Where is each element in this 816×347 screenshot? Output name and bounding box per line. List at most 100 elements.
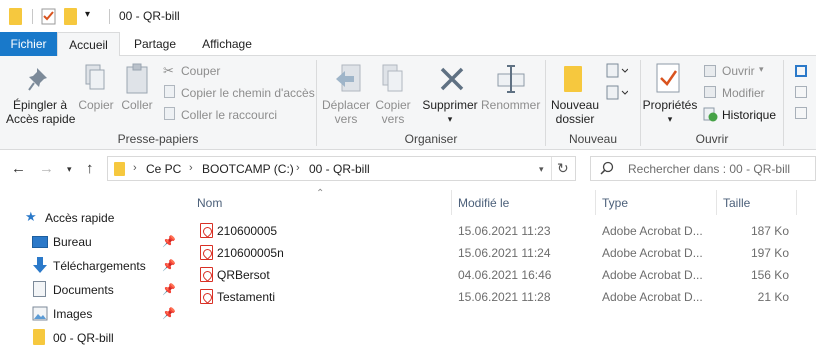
address-bar[interactable]: › Ce PC › BOOTCAMP (C:) › 00 - QR-bill ▾…: [107, 156, 576, 181]
tab-partage[interactable]: Partage: [126, 32, 184, 56]
invert-selection-icon[interactable]: [795, 107, 807, 119]
delete-dropdown-icon[interactable]: ▾: [445, 112, 455, 126]
nav-item-images[interactable]: Images 📌: [0, 302, 190, 326]
select-none-icon[interactable]: [795, 86, 807, 98]
pin-icon[interactable]: 📌: [162, 235, 176, 248]
pdf-icon: [200, 223, 213, 238]
address-dropdown-icon[interactable]: ▾: [539, 164, 544, 175]
nav-item-bureau[interactable]: Bureau 📌: [0, 230, 190, 254]
pin-label-2: Accès rapide: [6, 112, 76, 126]
properties-icon: [655, 62, 681, 97]
column-separator[interactable]: [796, 190, 797, 215]
delete-x-icon: [439, 66, 465, 95]
paste-icon: [124, 63, 150, 98]
organize-group-label: Organiser: [404, 132, 458, 146]
pin-icon[interactable]: 📌: [162, 259, 176, 272]
new-group-label: Nouveau: [568, 132, 618, 146]
refresh-icon[interactable]: ↻: [557, 160, 569, 177]
search-input[interactable]: Rechercher dans : 00 - QR-bill: [590, 156, 816, 181]
file-row[interactable]: Testamenti 15.06.2021 11:28 Adobe Acroba…: [193, 286, 796, 308]
copy-icon: [83, 64, 107, 97]
open-button[interactable]: Ouvrir: [722, 64, 755, 78]
rename-button[interactable]: Renommer: [481, 98, 540, 112]
breadcrumb-drive[interactable]: BOOTCAMP (C:): [202, 162, 294, 176]
copyto-label-2: vers: [381, 112, 405, 126]
back-arrow-icon[interactable]: ←: [11, 160, 26, 177]
breadcrumb-chevron[interactable]: ›: [189, 162, 193, 174]
open-dropdown-icon[interactable]: ▾: [759, 64, 764, 75]
file-size: 197 Ko: [750, 246, 789, 260]
move-to-button[interactable]: Déplacer vers: [320, 98, 372, 126]
properties-button[interactable]: Propriétés: [641, 98, 699, 112]
nav-item-downloads[interactable]: Téléchargements 📌: [0, 254, 190, 278]
new-folder-button[interactable]: Nouveau dossier: [549, 98, 601, 126]
breadcrumb-chevron[interactable]: ›: [296, 162, 300, 174]
file-modified: 15.06.2021 11:24: [458, 246, 551, 260]
nav-item-qr-bill[interactable]: 00 - QR-bill: [0, 326, 190, 347]
customize-toolbar-icon[interactable]: ▾: [85, 9, 90, 26]
easy-access-icon[interactable]: [606, 85, 629, 104]
cut-button[interactable]: Couper: [181, 64, 220, 78]
clipboard-group-label: Presse-papiers: [117, 132, 199, 146]
file-row[interactable]: 210600005 15.06.2021 11:23 Adobe Acrobat…: [193, 220, 796, 242]
pdf-icon: [200, 245, 213, 260]
column-header-modified[interactable]: Modifié le: [458, 196, 509, 210]
forward-arrow-icon[interactable]: →: [39, 160, 54, 177]
copy-to-button[interactable]: Copier vers: [372, 98, 414, 126]
title-bar: ▾ 00 - QR-bill: [0, 0, 816, 32]
folder-icon: [114, 162, 125, 176]
nav-quick-access[interactable]: ★ Accès rapide: [0, 206, 190, 230]
nav-item-label: Téléchargements: [53, 259, 146, 273]
column-header-size[interactable]: Taille: [723, 196, 750, 210]
up-arrow-icon[interactable]: ↑: [86, 160, 94, 177]
edit-button[interactable]: Modifier: [722, 86, 765, 100]
copy-to-icon: [381, 63, 405, 98]
pin-icon[interactable]: 📌: [162, 307, 176, 320]
download-icon: [32, 256, 48, 277]
column-separator[interactable]: [716, 190, 717, 215]
pin-label-1: Épingler à: [12, 98, 68, 112]
nav-item-label: 00 - QR-bill: [53, 331, 114, 345]
history-button[interactable]: Historique: [722, 108, 776, 122]
column-separator[interactable]: [595, 190, 596, 215]
copy-button[interactable]: Copier: [76, 98, 116, 112]
ribbon: Épingler à Accès rapide Copier Coller ✂ …: [0, 56, 816, 150]
edit-icon: [704, 86, 716, 98]
recent-locations-icon[interactable]: ▾: [67, 164, 72, 175]
file-row[interactable]: QRBersot 04.06.2021 16:46 Adobe Acrobat …: [193, 264, 796, 286]
column-header-name[interactable]: Nom: [197, 196, 222, 210]
search-placeholder: Rechercher dans : 00 - QR-bill: [628, 162, 791, 176]
file-name: Testamenti: [217, 290, 276, 304]
properties-dropdown-icon[interactable]: ▾: [665, 112, 675, 126]
column-separator[interactable]: [451, 190, 452, 215]
copy-path-button[interactable]: Copier le chemin d'accès: [181, 86, 315, 100]
pin-icon: [28, 65, 52, 96]
column-header-type[interactable]: Type: [602, 196, 628, 210]
pdf-icon: [200, 289, 213, 304]
tab-accueil[interactable]: Accueil: [57, 32, 120, 57]
nav-item-label: Bureau: [53, 235, 92, 249]
new-folder-icon[interactable]: [64, 8, 77, 25]
pin-icon[interactable]: 📌: [162, 283, 176, 296]
file-modified: 15.06.2021 11:23: [458, 224, 551, 238]
paste-shortcut-button[interactable]: Coller le raccourci: [181, 108, 277, 122]
breadcrumb-folder[interactable]: 00 - QR-bill: [309, 162, 370, 176]
properties-check-icon[interactable]: [41, 8, 56, 25]
ribbon-tabs: Fichier Accueil Partage Affichage: [0, 32, 816, 57]
delete-button[interactable]: Supprimer: [420, 98, 480, 112]
pin-quick-access-button[interactable]: Épingler à Accès rapide: [6, 98, 76, 126]
tab-affichage[interactable]: Affichage: [192, 32, 262, 56]
separator: [551, 157, 552, 180]
breadcrumb-chevron[interactable]: ›: [133, 162, 137, 174]
breadcrumb-this-pc[interactable]: Ce PC: [146, 162, 181, 176]
scissors-icon: ✂: [163, 63, 174, 78]
open-group-label: Ouvrir: [695, 132, 729, 146]
new-item-icon[interactable]: [606, 63, 629, 82]
tab-fichier[interactable]: Fichier: [0, 32, 57, 56]
paste-button[interactable]: Coller: [118, 98, 156, 112]
copyto-label-1: Copier: [375, 98, 411, 112]
nav-item-documents[interactable]: Documents 📌: [0, 278, 190, 302]
file-size: 156 Ko: [750, 268, 789, 282]
file-row[interactable]: 210600005n 15.06.2021 11:24 Adobe Acroba…: [193, 242, 796, 264]
select-all-icon[interactable]: [795, 65, 807, 77]
